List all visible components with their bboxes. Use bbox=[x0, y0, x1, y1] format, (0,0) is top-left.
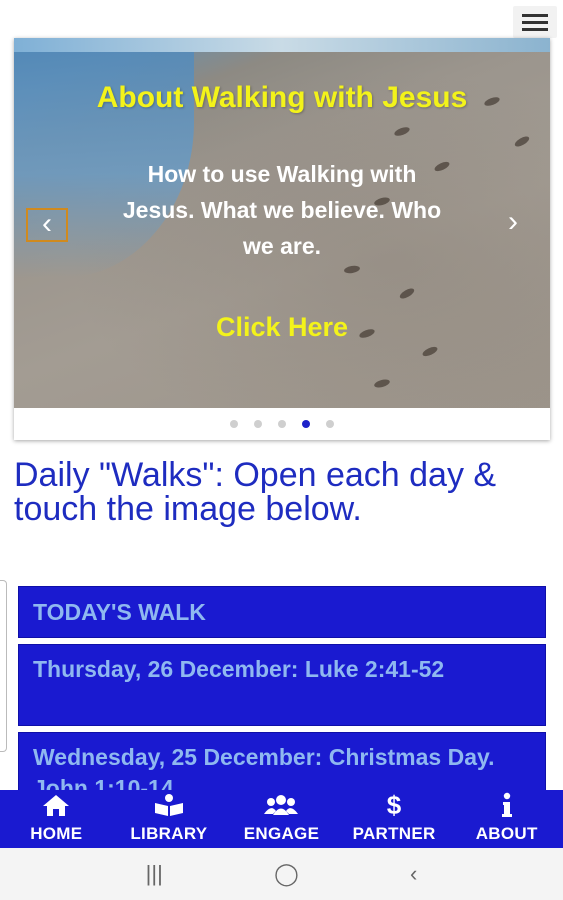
nav-label: ABOUT bbox=[475, 824, 538, 843]
footprint bbox=[513, 134, 531, 149]
nav-label: LIBRARY bbox=[130, 824, 208, 843]
nav-library[interactable]: LIBRARY bbox=[113, 790, 226, 848]
nav-home[interactable]: HOME bbox=[0, 790, 113, 852]
menu-line bbox=[522, 27, 548, 31]
carousel-next-button[interactable]: › bbox=[494, 207, 532, 238]
page-headline: Daily "Walks": Open each day & touch the… bbox=[14, 456, 497, 528]
recents-button[interactable]: ||| bbox=[146, 861, 163, 887]
nav-label: HOME bbox=[30, 824, 83, 843]
book-reader-icon bbox=[153, 792, 185, 818]
carousel-prev-button[interactable]: ‹ bbox=[26, 208, 68, 242]
bottom-navigation: HOME LIBRARY ENGAGE $ PARTNER ABOUT bbox=[0, 790, 563, 852]
hamburger-menu-button[interactable] bbox=[513, 6, 557, 38]
side-drawer-handle[interactable] bbox=[0, 580, 7, 752]
carousel-dot[interactable] bbox=[278, 420, 286, 428]
menu-line bbox=[522, 13, 548, 17]
carousel-slide[interactable]: About Walking with Jesus How to use Walk… bbox=[14, 38, 550, 408]
nav-label: PARTNER bbox=[352, 824, 436, 843]
walk-item[interactable]: Thursday, 26 December: Luke 2:41-52 bbox=[18, 644, 546, 726]
svg-text:$: $ bbox=[387, 792, 402, 818]
footprint bbox=[343, 264, 361, 275]
footprint bbox=[398, 286, 416, 301]
home-icon bbox=[41, 792, 71, 818]
carousel-dot-active[interactable] bbox=[302, 420, 310, 428]
system-navigation-bar: ||| ◯ ‹ bbox=[0, 848, 563, 900]
footprint bbox=[373, 378, 391, 389]
dollar-icon: $ bbox=[384, 792, 404, 818]
slide-title: About Walking with Jesus bbox=[96, 81, 468, 114]
footprint bbox=[421, 344, 439, 359]
info-icon bbox=[500, 792, 514, 818]
click-here-link[interactable]: Click Here bbox=[14, 312, 550, 343]
nav-about[interactable]: ABOUT bbox=[450, 790, 563, 848]
carousel-dot[interactable] bbox=[254, 420, 262, 428]
beach-foam bbox=[14, 38, 550, 52]
carousel-indicators bbox=[14, 408, 550, 440]
todays-walk-header[interactable]: TODAY'S WALK bbox=[18, 586, 546, 638]
slide-description: How to use Walking with Jesus. What we b… bbox=[122, 161, 442, 259]
users-icon bbox=[264, 792, 299, 818]
carousel-dot[interactable] bbox=[326, 420, 334, 428]
back-button[interactable]: ‹ bbox=[410, 861, 417, 887]
footprint bbox=[393, 125, 411, 138]
nav-partner[interactable]: $ PARTNER bbox=[338, 790, 451, 848]
nav-label: ENGAGE bbox=[243, 824, 320, 843]
menu-line bbox=[522, 20, 548, 24]
carousel-dot[interactable] bbox=[230, 420, 238, 428]
home-button[interactable]: ◯ bbox=[274, 861, 299, 887]
image-carousel[interactable]: About Walking with Jesus How to use Walk… bbox=[14, 38, 550, 440]
nav-engage[interactable]: ENGAGE bbox=[225, 790, 338, 848]
